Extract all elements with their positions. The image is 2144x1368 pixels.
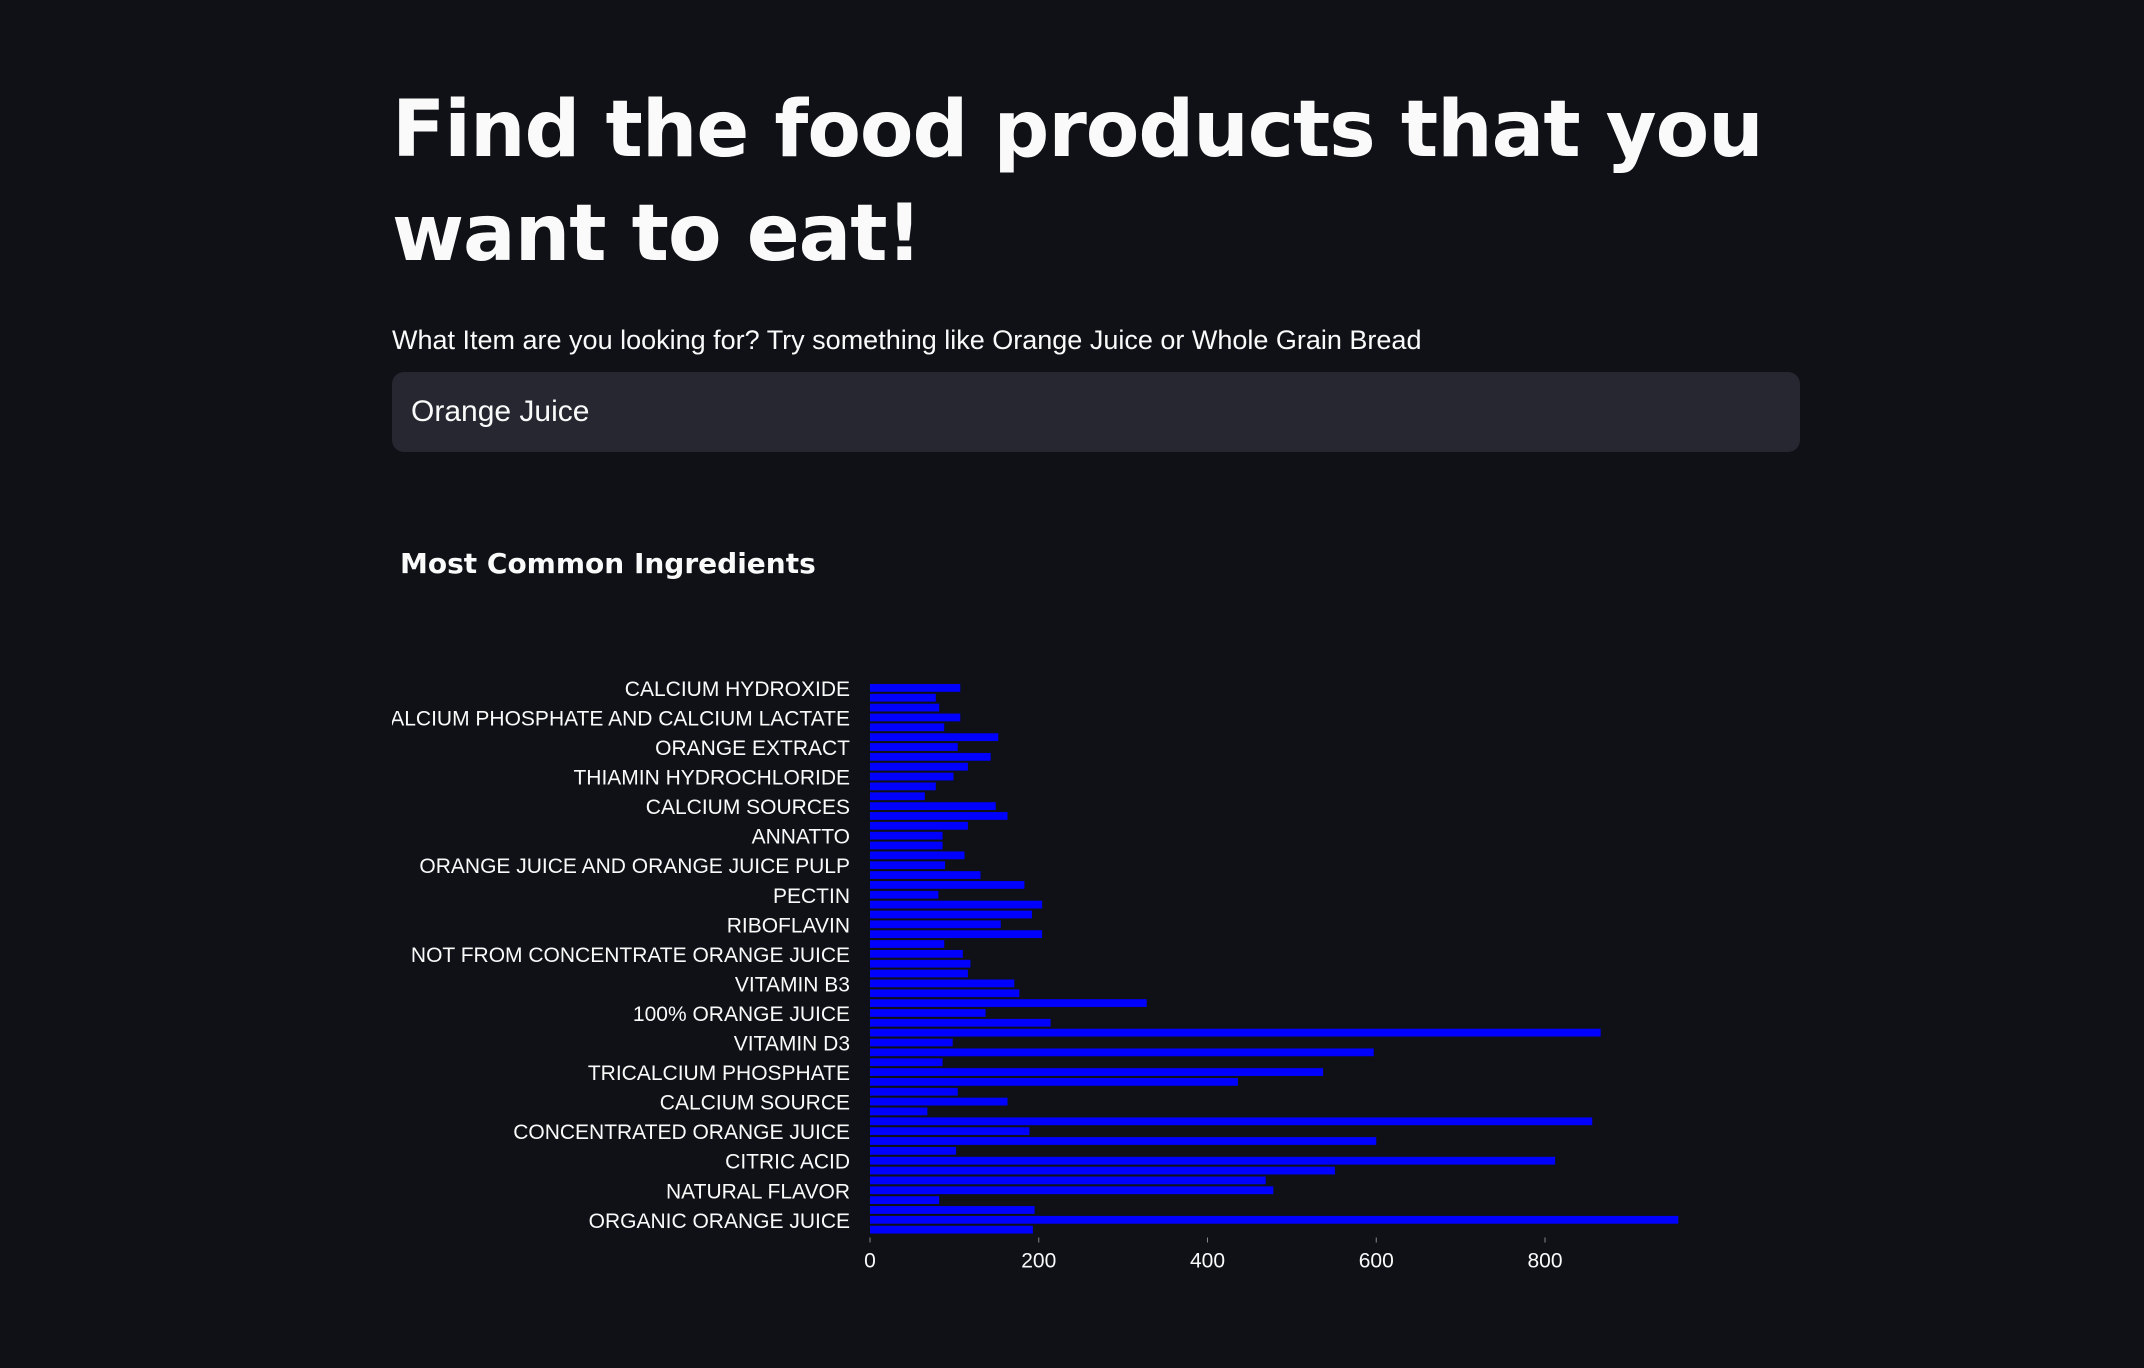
bar (870, 733, 999, 742)
y-tick-label: CALCIUM HYDROXIDE (625, 678, 850, 701)
y-tick-label: NOT FROM CONCENTRATE ORANGE JUICE (411, 944, 850, 967)
bar (870, 1196, 940, 1204)
bar (870, 693, 936, 702)
bar (870, 1009, 986, 1017)
bar (870, 861, 946, 870)
y-tick-label: VITAMIN B3 (735, 973, 850, 996)
bar (870, 1206, 1035, 1214)
bar (870, 1068, 1324, 1076)
y-tick-label: ANNATTO (752, 826, 850, 849)
y-tick-label: CALCIUM SOURCE (660, 1092, 850, 1115)
bar (870, 831, 943, 840)
bar (870, 949, 963, 958)
bar (870, 802, 996, 810)
x-tick-label: 400 (1190, 1250, 1225, 1273)
bar (870, 930, 1043, 939)
bar (870, 1048, 1374, 1057)
bar (870, 1018, 1051, 1027)
bar (870, 979, 1015, 988)
page-title: Find the food products that you want to … (392, 85, 1764, 279)
bar (870, 851, 965, 860)
bar (870, 969, 968, 978)
bar (870, 959, 971, 968)
y-tick-label: ORANGE JUICE AND ORANGE JUICE PULP (419, 855, 850, 878)
bar (870, 713, 961, 722)
bar (870, 772, 954, 781)
bar (870, 1107, 928, 1116)
bar (870, 1176, 1266, 1185)
bar (870, 684, 961, 692)
bar (870, 782, 936, 791)
bar (870, 841, 943, 850)
bar (870, 743, 958, 751)
y-tick-label: RIBOFLAVIN (727, 914, 850, 937)
bar (870, 1156, 1556, 1165)
bar (870, 871, 981, 879)
bar (870, 1215, 1679, 1224)
y-axis-labels: CALCIUM HYDROXIDE CALCIUM PHOSPHATE AND C… (392, 678, 850, 1233)
bar (870, 890, 939, 899)
y-tick-label: NATURAL FLAVOR (666, 1180, 850, 1203)
y-tick-label: VITAMIN D3 (734, 1033, 850, 1056)
search-label: What Item are you looking for? Try somet… (392, 325, 1422, 355)
bar (870, 940, 945, 948)
bar (870, 1225, 1033, 1234)
y-tick-label: ORGANIC ORANGE JUICE (589, 1210, 850, 1233)
y-tick-label: CONCENTRATED ORANGE JUICE (513, 1121, 850, 1144)
bar (870, 821, 968, 830)
search-input[interactable] (393, 373, 1799, 451)
y-tick-label: PECTIN (773, 885, 850, 908)
y-tick-label: THIAMIN HYDROCHLORIDE (573, 767, 850, 790)
bars (870, 684, 1679, 1234)
bar (870, 703, 940, 712)
bar (870, 1127, 1030, 1136)
bar (870, 812, 1008, 820)
search-field-container[interactable] (392, 372, 1800, 452)
bar (870, 762, 968, 771)
bar (870, 1186, 1274, 1195)
y-tick-label: TRICALCIUM PHOSPHATE (588, 1062, 850, 1085)
x-tick-label: 600 (1359, 1250, 1394, 1273)
bar (870, 1028, 1601, 1037)
ingredients-bar-chart: Most Common Ingredients CALCIUM HYDROXID… (392, 547, 1679, 1273)
y-tick-label: ORANGE EXTRACT (655, 737, 850, 760)
bar (870, 1038, 953, 1047)
ingredients-chart: Most Common Ingredients CALCIUM HYDROXID… (392, 540, 1800, 1300)
chart-title: Most Common Ingredients (400, 547, 816, 580)
bar (870, 910, 1032, 919)
bar (870, 752, 991, 761)
bar (870, 792, 925, 801)
x-axis-ticks: 0 200 400 600 800 (864, 1237, 1563, 1273)
bar (870, 989, 1020, 998)
bar (870, 1166, 1335, 1175)
x-tick-label: 800 (1527, 1250, 1562, 1273)
bar (870, 881, 1025, 889)
bar (870, 1117, 1593, 1126)
bar (870, 1097, 1008, 1106)
bar (870, 1078, 1238, 1086)
x-tick-label: 0 (864, 1250, 876, 1273)
bar (870, 1137, 1377, 1145)
y-tick-label: CITRIC ACID (725, 1151, 850, 1174)
bar (870, 999, 1147, 1007)
bar (870, 900, 1043, 909)
bar (870, 723, 945, 732)
y-tick-label: 100% ORANGE JUICE (633, 1003, 850, 1026)
bar (870, 1146, 957, 1155)
bar (870, 1087, 958, 1096)
bar (870, 920, 1001, 929)
y-tick-label: CALCIUM PHOSPHATE AND CALCIUM LACTATE (392, 707, 850, 730)
y-tick-label: CALCIUM SOURCES (646, 796, 850, 819)
x-tick-label: 200 (1021, 1250, 1056, 1273)
bar (870, 1058, 943, 1067)
